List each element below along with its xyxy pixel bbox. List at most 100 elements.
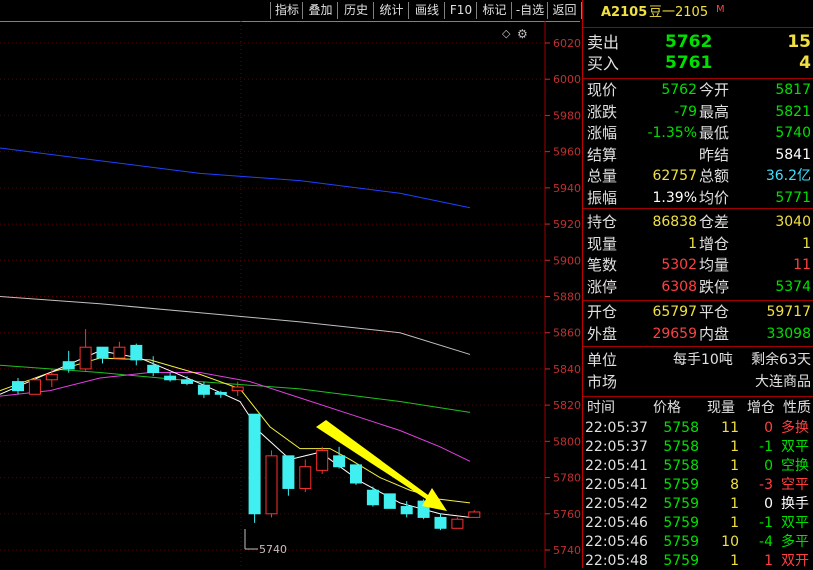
stat-label: 均价 bbox=[699, 188, 730, 207]
col-volume: 现量 bbox=[707, 400, 735, 416]
f10-button[interactable]: F10 bbox=[444, 2, 477, 19]
candle bbox=[333, 446, 346, 469]
candle-body bbox=[451, 518, 464, 529]
sell-label: 卖出 bbox=[587, 33, 620, 52]
tick-d: 0 bbox=[764, 458, 773, 474]
tick-q: 1 bbox=[730, 553, 739, 569]
stat-value: -79 bbox=[674, 103, 697, 120]
statistics-button[interactable]: 统计 bbox=[373, 2, 409, 19]
stat-label: 增仓 bbox=[699, 234, 730, 253]
col-price: 价格 bbox=[653, 400, 681, 416]
candle bbox=[130, 343, 143, 366]
price-axis: 6020 6000 5980 5960 5940 5920 5900 5880 5860 5840… bbox=[545, 37, 581, 557]
buy-price[interactable]: 5761 bbox=[665, 53, 712, 73]
mark-button[interactable]: 标记 bbox=[476, 2, 512, 19]
history-button[interactable]: 历史 bbox=[337, 2, 374, 19]
candle bbox=[265, 450, 278, 518]
quote-panel: A2105 豆一2105 M 卖出 5762 15 买入 5761 4 现价 57… bbox=[582, 0, 813, 569]
stat-label: 仓差 bbox=[699, 213, 730, 231]
tick-t: 22:05:42 bbox=[585, 496, 648, 512]
price-tick-label: 5980 bbox=[553, 109, 581, 122]
stat-value: 6308 bbox=[661, 278, 697, 295]
tick-p: 5759 bbox=[663, 534, 699, 550]
price-tick-label: 6020 bbox=[553, 37, 581, 50]
tick-q: 10 bbox=[721, 534, 739, 550]
candle-body bbox=[366, 489, 379, 506]
candle-body bbox=[197, 384, 210, 395]
contract-code: A2105 bbox=[601, 5, 648, 20]
tick-t: 22:05:37 bbox=[585, 420, 648, 436]
tick-n: 空换 bbox=[781, 458, 809, 474]
stat-label: 今开 bbox=[699, 81, 730, 99]
tick-q: 1 bbox=[730, 515, 739, 531]
tick-t: 22:05:46 bbox=[585, 534, 648, 550]
indicator-button[interactable]: 指标 bbox=[270, 2, 303, 19]
market-label: 市场 bbox=[587, 373, 618, 391]
tick-q: 1 bbox=[730, 496, 739, 512]
candle bbox=[197, 381, 210, 398]
unit-label: 单位 bbox=[587, 351, 618, 369]
diamond-icon[interactable]: ◇ bbox=[502, 27, 511, 40]
unit-value: 每手10吨 bbox=[673, 352, 733, 368]
stat-label: 笔数 bbox=[587, 256, 618, 274]
price-tick-label: 5820 bbox=[553, 399, 581, 412]
price-tick-label: 5800 bbox=[553, 435, 581, 448]
tick-n: 空平 bbox=[781, 477, 809, 493]
stat-label: 涨停 bbox=[587, 277, 618, 296]
price-tick-label: 5900 bbox=[553, 254, 581, 267]
stat-value: 5740 bbox=[775, 125, 811, 141]
stat-value: 1.39% bbox=[652, 189, 697, 206]
tick-p: 5759 bbox=[663, 477, 699, 493]
tick-d: -1 bbox=[759, 439, 773, 455]
overlay-button[interactable]: 叠加 bbox=[302, 2, 338, 19]
tick-d: 0 bbox=[764, 420, 773, 436]
tick-d: 1 bbox=[764, 553, 773, 569]
stat-label: 昨结 bbox=[699, 145, 730, 164]
candle bbox=[468, 510, 481, 518]
settings-icon[interactable]: ⚙ bbox=[517, 27, 528, 41]
tick-d: -1 bbox=[759, 515, 773, 531]
tick-t: 22:05:37 bbox=[585, 439, 648, 455]
candle-body bbox=[164, 375, 177, 381]
price-tick-label: 5780 bbox=[553, 472, 581, 485]
tick-q: 8 bbox=[730, 477, 739, 493]
candle-body bbox=[350, 464, 362, 484]
tick-p: 5758 bbox=[663, 439, 699, 455]
tick-n: 双开 bbox=[781, 553, 809, 569]
stat-label: 内盘 bbox=[699, 324, 730, 343]
candle bbox=[316, 446, 329, 474]
stat-value: 5771 bbox=[775, 189, 811, 206]
favorites-button[interactable]: -自选 bbox=[511, 2, 548, 19]
market-value: 大连商品 bbox=[755, 374, 811, 390]
candle bbox=[299, 459, 312, 493]
candle-body bbox=[45, 373, 58, 381]
candle bbox=[181, 376, 193, 386]
low-marker-label: 5740 bbox=[259, 543, 287, 556]
candle-body bbox=[113, 346, 126, 359]
stat-value: 65797 bbox=[652, 304, 697, 320]
candle-body bbox=[299, 466, 312, 489]
stat-label: 振幅 bbox=[587, 188, 618, 207]
tick-n: 双平 bbox=[781, 515, 809, 531]
tick-q: 11 bbox=[721, 420, 739, 436]
col-time: 时间 bbox=[587, 400, 615, 416]
kline-chart[interactable]: 6020 6000 5980 5960 5940 5920 5900 5880 5860 5840… bbox=[0, 21, 582, 568]
candle-body bbox=[96, 346, 109, 359]
tick-t: 22:05:41 bbox=[585, 477, 648, 493]
tick-t: 22:05:48 bbox=[585, 553, 648, 569]
stat-value: 62757 bbox=[652, 168, 697, 184]
back-button[interactable]: 返回 bbox=[547, 2, 582, 19]
candle bbox=[282, 455, 295, 496]
candle bbox=[214, 390, 227, 398]
tick-n: 换手 bbox=[781, 496, 809, 512]
draw-line-button[interactable]: 画线 bbox=[408, 2, 445, 19]
sell-price[interactable]: 5762 bbox=[665, 32, 712, 52]
stat-label: 涨跌 bbox=[587, 102, 618, 121]
candlesticks bbox=[12, 329, 481, 531]
stat-label: 跌停 bbox=[699, 277, 730, 296]
stat-value: 33098 bbox=[766, 325, 811, 342]
tick-n: 多平 bbox=[781, 534, 809, 550]
stat-value: 5817 bbox=[775, 82, 811, 98]
candle-body bbox=[231, 386, 244, 392]
price-tick-label: 5920 bbox=[553, 218, 581, 231]
